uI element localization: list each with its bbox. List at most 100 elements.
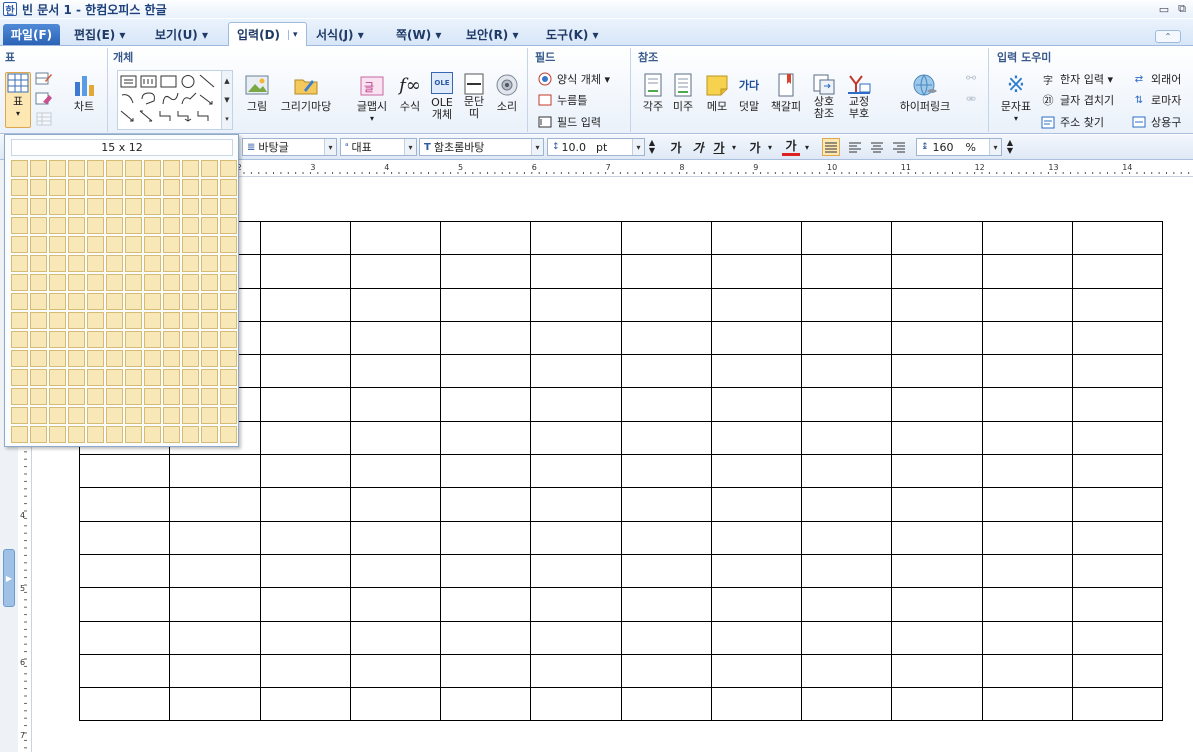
table-cell[interactable] <box>349 454 442 489</box>
table-size-cell[interactable] <box>163 274 180 291</box>
table-size-cell[interactable] <box>144 369 161 386</box>
table-cell[interactable] <box>981 687 1073 722</box>
table-size-cell[interactable] <box>182 331 199 348</box>
table-size-cell[interactable] <box>49 255 66 272</box>
romanize-button[interactable]: ⇅ 로마자 <box>1131 91 1182 109</box>
table-cell[interactable] <box>710 287 803 322</box>
table-size-cell[interactable] <box>106 407 123 424</box>
link-icon[interactable]: ⚯ <box>962 70 980 86</box>
table-cell[interactable] <box>439 320 532 356</box>
table-cell[interactable] <box>620 553 712 589</box>
table-cell[interactable] <box>891 653 983 689</box>
table-size-cell[interactable] <box>220 217 237 234</box>
table-size-cell[interactable] <box>125 198 142 215</box>
menu-file[interactable]: 파일(F) <box>3 24 60 45</box>
table-size-cell[interactable] <box>182 179 199 196</box>
table-cell[interactable] <box>530 587 622 622</box>
table-cell[interactable] <box>439 254 532 289</box>
table-size-cell[interactable] <box>49 312 66 329</box>
table-size-cell[interactable] <box>201 331 218 348</box>
menu-view[interactable]: 보기(U) ▾ <box>147 23 216 45</box>
table-cell[interactable] <box>530 487 622 522</box>
table-size-cell[interactable] <box>11 426 28 443</box>
table-cell[interactable] <box>530 220 622 256</box>
table-cell[interactable] <box>891 553 983 589</box>
table-size-cell[interactable] <box>87 160 104 177</box>
table-cell[interactable] <box>891 320 983 356</box>
table-cell[interactable] <box>78 587 171 622</box>
chevron-down-icon[interactable]: ▾ <box>531 139 543 155</box>
table-size-cell[interactable] <box>30 217 47 234</box>
table-cell[interactable] <box>981 287 1073 322</box>
underline-button[interactable]: 가 <box>710 138 728 156</box>
table-cell[interactable] <box>169 487 261 522</box>
table-cell[interactable] <box>891 454 983 489</box>
table-cell[interactable] <box>349 387 442 422</box>
table-cell[interactable] <box>620 520 712 555</box>
table-cell[interactable] <box>1071 287 1164 322</box>
table-cell[interactable] <box>981 254 1073 289</box>
table-cell[interactable] <box>259 520 351 555</box>
table-cell[interactable] <box>891 254 983 289</box>
table-cell[interactable] <box>800 687 893 722</box>
chevron-down-icon[interactable]: ▾ <box>632 139 644 155</box>
menu-security[interactable]: 보안(R) ▾ <box>458 23 527 45</box>
table-size-cell[interactable] <box>220 369 237 386</box>
table-cell[interactable] <box>620 387 712 422</box>
table-cell[interactable] <box>349 320 442 356</box>
table-cell[interactable] <box>800 220 893 256</box>
table-size-cell[interactable] <box>163 217 180 234</box>
chevron-down-icon[interactable]: ▾ <box>765 138 775 156</box>
address-search-button[interactable]: 주소 찾기 <box>1040 113 1104 131</box>
zoom-spinner[interactable]: ▲ ▼ <box>1004 138 1016 156</box>
table-cell[interactable] <box>439 220 532 256</box>
bold-button[interactable]: 가 <box>667 138 685 156</box>
table-size-cell[interactable] <box>125 369 142 386</box>
table-cell[interactable] <box>800 354 893 389</box>
table-cell[interactable] <box>1071 587 1164 622</box>
table-size-cell[interactable] <box>87 255 104 272</box>
table-size-cell[interactable] <box>125 179 142 196</box>
side-panel-handle[interactable]: ▶ <box>3 549 15 607</box>
menu-page[interactable]: 쪽(W) ▾ <box>388 23 449 45</box>
table-size-cell[interactable] <box>106 369 123 386</box>
table-size-cell[interactable] <box>182 293 199 310</box>
table-size-cell[interactable] <box>201 160 218 177</box>
table-size-cell[interactable] <box>182 160 199 177</box>
table-size-cell[interactable] <box>220 331 237 348</box>
table-cell[interactable] <box>981 587 1073 622</box>
language-select[interactable]: ᵃ 대표 ▾ <box>340 138 417 156</box>
table-cell[interactable] <box>78 653 171 689</box>
table-cell[interactable] <box>710 220 803 256</box>
table-cell[interactable] <box>800 287 893 322</box>
table-cell[interactable] <box>891 287 983 322</box>
table-cell[interactable] <box>169 620 261 655</box>
shapes-scroll[interactable]: ▲ ▼ ▾ <box>221 71 232 129</box>
table-cell[interactable] <box>620 620 712 655</box>
table-cell[interactable] <box>349 653 442 689</box>
table-cell[interactable] <box>620 653 712 689</box>
table-size-cell[interactable] <box>87 369 104 386</box>
table-cell[interactable] <box>710 420 803 456</box>
table-cell[interactable] <box>530 254 622 289</box>
table-size-cell[interactable] <box>220 407 237 424</box>
table-size-cell[interactable] <box>49 274 66 291</box>
table-size-cell[interactable] <box>68 217 85 234</box>
table-cell[interactable] <box>349 487 442 522</box>
table-eraser-icon[interactable] <box>35 91 53 107</box>
memo-button[interactable]: 메모 <box>702 72 732 114</box>
table-cell[interactable] <box>78 454 171 489</box>
table-size-cell[interactable] <box>87 331 104 348</box>
table-size-cell[interactable] <box>125 236 142 253</box>
table-cell[interactable] <box>1071 454 1164 489</box>
table-size-cell[interactable] <box>201 312 218 329</box>
chevron-down-icon[interactable]: ▾ <box>989 139 1001 155</box>
table-cell[interactable] <box>981 420 1073 456</box>
restore-button[interactable]: ⧉ <box>1175 2 1189 16</box>
table-size-cell[interactable] <box>30 369 47 386</box>
table-size-cell[interactable] <box>87 426 104 443</box>
style-select[interactable]: ≣ 바탕글 ▾ <box>242 138 337 156</box>
table-size-cell[interactable] <box>106 217 123 234</box>
table-cell[interactable] <box>349 220 442 256</box>
menu-tools[interactable]: 도구(K) ▾ <box>538 23 607 45</box>
